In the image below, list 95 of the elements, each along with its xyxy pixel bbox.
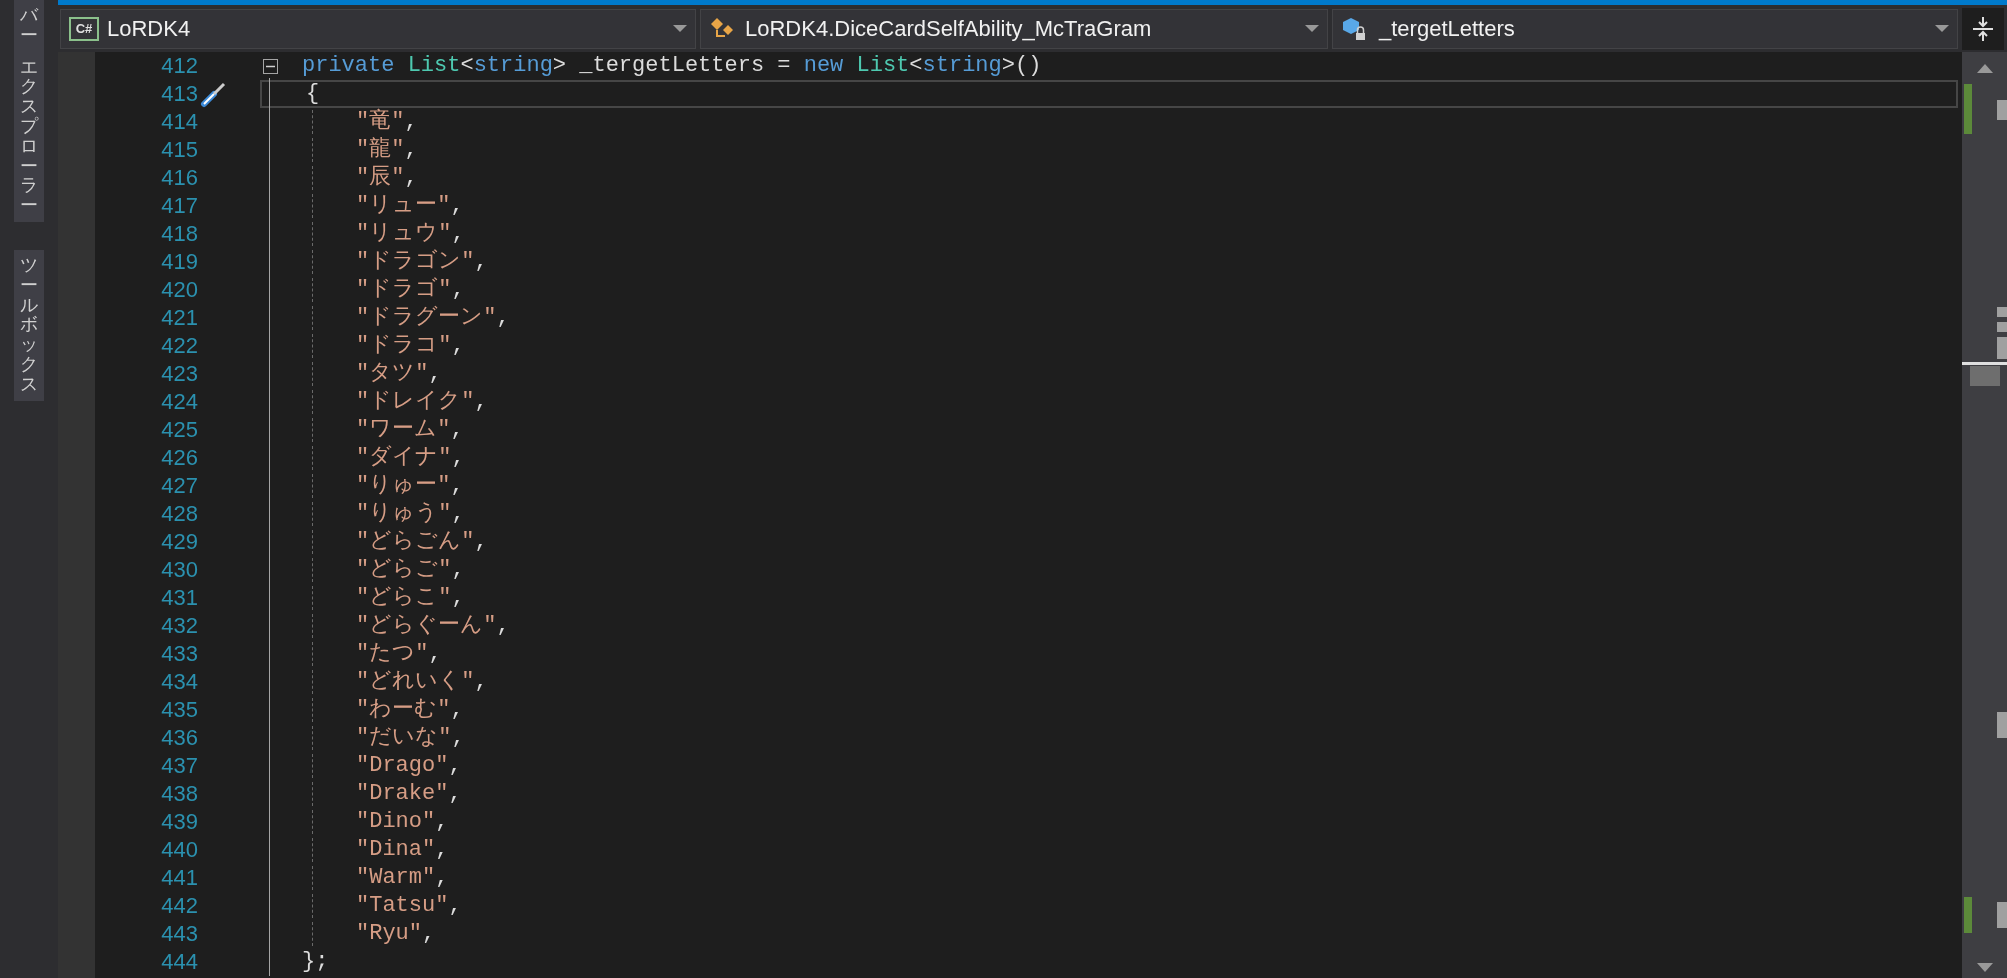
- code-line: "わーむ",: [356, 697, 464, 722]
- code-line: "リュー",: [356, 193, 464, 218]
- line-number: 417: [160, 192, 199, 220]
- code-line: "Dino",: [356, 809, 449, 834]
- line-number: 425: [160, 416, 199, 444]
- scroll-marker: [1997, 712, 2007, 738]
- line-number: 436: [160, 724, 199, 752]
- line-number: 420: [160, 276, 199, 304]
- line-number: 444: [160, 948, 199, 976]
- code-line: "Dina",: [356, 837, 449, 862]
- code-line: "たつ",: [356, 641, 442, 666]
- code-line: "どらご",: [356, 557, 465, 582]
- code-line: };: [302, 949, 329, 974]
- scroll-marker: [1997, 337, 2007, 359]
- line-number: 433: [160, 640, 199, 668]
- code-line: "りゅう",: [356, 501, 465, 526]
- code-line: "どらぐーん",: [356, 613, 510, 638]
- dropdown-caret-icon: [673, 24, 687, 33]
- code-line: "どらごん",: [356, 529, 488, 554]
- line-number: 435: [160, 696, 199, 724]
- code-line: "どれいく",: [356, 669, 488, 694]
- nav-dropdown[interactable]: C# LoRDK4: [60, 8, 696, 49]
- code-line: "Tatsu",: [356, 893, 462, 918]
- line-number: 429: [160, 528, 199, 556]
- scroll-marker: [1997, 322, 2007, 332]
- tool-window-tab[interactable]: ツールボックス: [14, 249, 44, 401]
- line-number: 430: [160, 556, 199, 584]
- nav-dropdown[interactable]: _tergetLetters: [1332, 8, 1958, 49]
- tool-window-tab-label: バー: [20, 6, 38, 46]
- line-number: 414: [160, 108, 199, 136]
- code-line: "だいな",: [356, 725, 465, 750]
- line-number: 422: [160, 332, 199, 360]
- dropdown-caret-icon: [1305, 24, 1319, 33]
- screwdriver-icon[interactable]: [200, 80, 228, 108]
- scroll-down-icon[interactable]: [1977, 963, 1993, 972]
- code-line: "竜",: [356, 109, 418, 134]
- scroll-marker: [1997, 902, 2007, 928]
- code-line: "ドラグーン",: [356, 305, 510, 330]
- code-line: private List<string> _tergetLetters = new List<string>(): [302, 53, 1042, 78]
- change-marker: [1964, 897, 1972, 933]
- code-line: "Warm",: [356, 865, 449, 890]
- tool-window-tab-label: ツールボックス: [20, 255, 38, 395]
- code-line: "タツ",: [356, 361, 442, 386]
- line-number: 423: [160, 360, 199, 388]
- dropdown-caret-icon: [1935, 24, 1949, 33]
- line-number: 441: [160, 864, 199, 892]
- scroll-marker: [1997, 307, 2007, 317]
- change-marker: [1964, 84, 1972, 134]
- line-number: 440: [160, 836, 199, 864]
- vertical-scrollbar[interactable]: [1962, 52, 2007, 978]
- code-line: "ドラゴ",: [356, 277, 465, 302]
- csharp-file-icon: C#: [69, 16, 99, 41]
- scroll-up-icon[interactable]: [1977, 64, 1993, 73]
- caret-position-line: [1962, 362, 2007, 365]
- line-number: 416: [160, 164, 199, 192]
- code-line: {: [306, 81, 320, 106]
- line-number: 421: [160, 304, 199, 332]
- scroll-thumb[interactable]: [1970, 366, 2000, 386]
- line-number: 412: [160, 52, 199, 80]
- line-number: 426: [160, 444, 199, 472]
- line-number: 443: [160, 920, 199, 948]
- line-number: 419: [160, 248, 199, 276]
- line-number: 424: [160, 388, 199, 416]
- line-number: 442: [160, 892, 199, 920]
- line-number: 413: [160, 80, 199, 108]
- code-line: "龍",: [356, 137, 418, 162]
- tool-window-tab[interactable]: バー エクスプローラー: [14, 0, 44, 222]
- line-number: 431: [160, 584, 199, 612]
- code-line: "Drake",: [356, 781, 462, 806]
- scroll-marker: [1997, 100, 2007, 120]
- tool-window-tab-label: エクスプローラー: [20, 57, 38, 216]
- line-number: 437: [160, 752, 199, 780]
- code-line: "りゅー",: [356, 473, 464, 498]
- code-line: "リュウ",: [356, 221, 465, 246]
- nav-dropdown[interactable]: LoRDK4.DiceCardSelfAbility_McTraGram: [700, 8, 1328, 49]
- code-line: "どらこ",: [356, 585, 465, 610]
- split-icon: [1971, 15, 1995, 42]
- split-window-button[interactable]: [1962, 7, 2004, 50]
- line-number: 432: [160, 612, 199, 640]
- code-line: "ダイナ",: [356, 445, 465, 470]
- line-number: 438: [160, 780, 199, 808]
- line-number: 434: [160, 668, 199, 696]
- code-line: "Ryu",: [356, 921, 436, 946]
- line-number: 428: [160, 500, 199, 528]
- line-number: 439: [160, 808, 199, 836]
- line-number: 427: [160, 472, 199, 500]
- code-line: "辰",: [356, 165, 418, 190]
- line-number: 418: [160, 220, 199, 248]
- code-line: "ワーム",: [356, 417, 464, 442]
- code-line: "ドレイク",: [356, 389, 488, 414]
- collapse-icon[interactable]: [262, 58, 278, 74]
- code-line: "ドラコ",: [356, 333, 465, 358]
- line-number: 415: [160, 136, 199, 164]
- code-line: "ドラゴン",: [356, 249, 488, 274]
- code-line: "Drago",: [356, 753, 462, 778]
